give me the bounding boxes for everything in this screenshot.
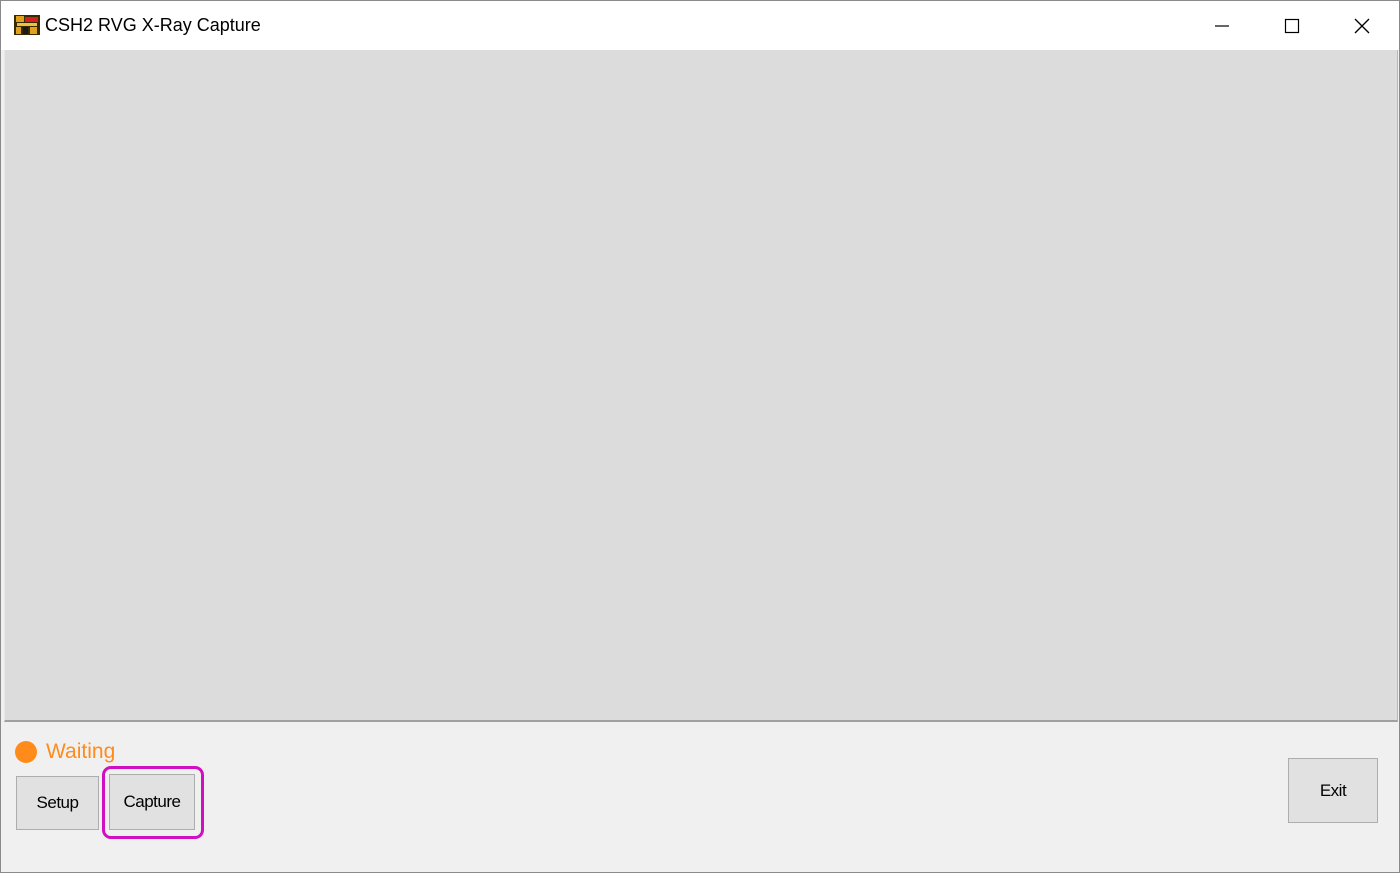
title-bar[interactable]: CSH2 RVG X-Ray Capture	[1, 1, 1399, 50]
status-text: Waiting	[46, 740, 116, 763]
minimize-button[interactable]	[1187, 1, 1257, 50]
close-button[interactable]	[1327, 1, 1397, 50]
maximize-button[interactable]	[1257, 1, 1327, 50]
capture-button[interactable]: Capture	[109, 774, 195, 830]
close-icon	[1354, 18, 1370, 34]
app-logo-icon[interactable]	[14, 13, 40, 37]
exit-button[interactable]: Exit	[1288, 758, 1378, 823]
window-title: CSH2 RVG X-Ray Capture	[45, 15, 261, 35]
maximize-icon	[1284, 18, 1300, 34]
xray-image-area	[4, 50, 1398, 722]
minimize-icon	[1214, 18, 1230, 34]
status-indicator-icon	[15, 741, 37, 763]
app-window: CSH2 RVG X-Ray Capture Waiting Setup Cap…	[0, 0, 1400, 873]
setup-button[interactable]: Setup	[16, 776, 99, 830]
